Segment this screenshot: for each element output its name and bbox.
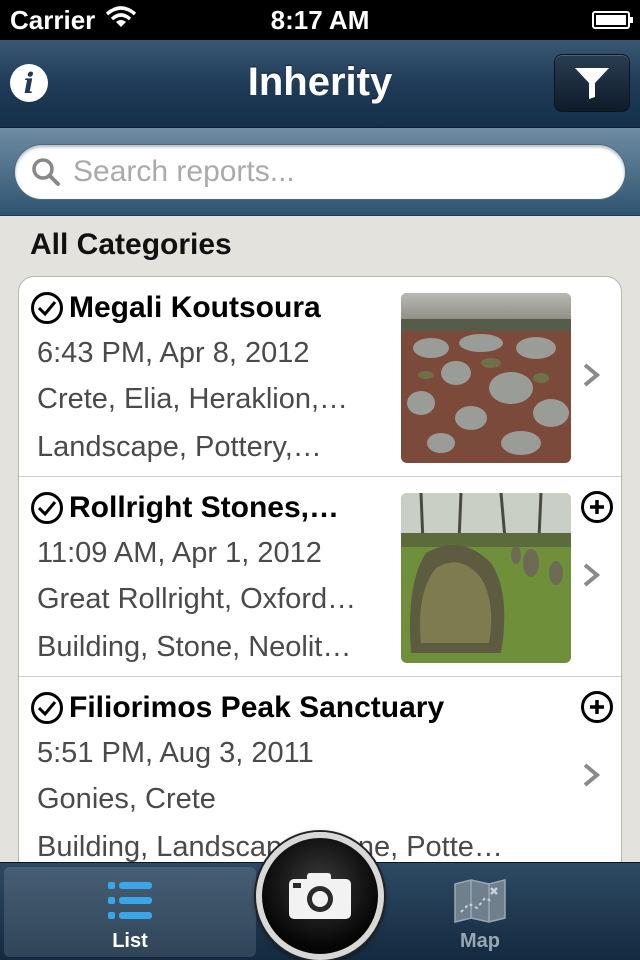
map-icon <box>454 879 506 923</box>
checkmark-icon <box>31 492 63 524</box>
carrier-label: Carrier <box>10 4 96 35</box>
report-tags: Landscape, Pottery,… <box>37 431 322 463</box>
report-date: 5:51 PM, Aug 3, 2011 <box>37 737 314 769</box>
add-icon[interactable] <box>581 691 613 723</box>
page-title: Inherity <box>247 60 393 104</box>
section-title: All Categories <box>30 228 232 261</box>
report-row[interactable]: Rollright Stones,… 11:09 AM, Apr 1, 2012… <box>19 477 621 677</box>
report-title: Megali Koutsoura <box>69 291 321 324</box>
search-field[interactable] <box>14 144 626 200</box>
chevron-right-icon <box>583 563 601 587</box>
battery-icon <box>592 11 633 29</box>
filter-button[interactable] <box>554 54 630 112</box>
report-list: Megali Koutsoura 6:43 PM, Apr 8, 2012 Cr… <box>18 276 622 876</box>
report-thumbnail <box>401 493 571 663</box>
report-date: 11:09 AM, Apr 1, 2012 <box>37 537 322 569</box>
search-input[interactable] <box>73 155 593 189</box>
checkmark-icon <box>31 692 63 724</box>
tab-label: Map <box>460 930 500 952</box>
report-location: Crete, Elia, Heraklion,… <box>37 383 349 415</box>
report-date: 6:43 PM, Apr 8, 2012 <box>37 337 310 369</box>
search-icon <box>32 158 60 186</box>
report-title: Filiorimos Peak Sanctuary <box>69 691 445 724</box>
camera-icon <box>289 873 351 919</box>
report-row[interactable]: Megali Koutsoura 6:43 PM, Apr 8, 2012 Cr… <box>19 277 621 477</box>
list-icon <box>108 882 152 919</box>
wifi-icon <box>105 5 137 36</box>
tab-map[interactable]: Map <box>380 867 580 957</box>
report-location: Gonies, Crete <box>37 783 216 815</box>
tab-list[interactable]: List <box>4 867 256 957</box>
filter-icon <box>575 68 609 99</box>
status-bar: Carrier 8:17 AM <box>0 0 640 40</box>
navigation-bar: i Inherity <box>0 40 640 128</box>
report-thumbnail <box>401 293 571 463</box>
report-tags: Building, Stone, Neolit… <box>37 631 352 663</box>
chevron-right-icon <box>583 363 601 387</box>
report-location: Great Rollright, Oxford… <box>37 583 357 615</box>
report-title: Rollright Stones,… <box>69 491 339 524</box>
add-icon[interactable] <box>581 491 613 523</box>
search-bar <box>0 128 640 216</box>
checkmark-icon <box>31 292 63 324</box>
chevron-right-icon <box>583 763 601 787</box>
camera-button[interactable] <box>256 832 384 960</box>
tab-label: List <box>112 930 148 952</box>
